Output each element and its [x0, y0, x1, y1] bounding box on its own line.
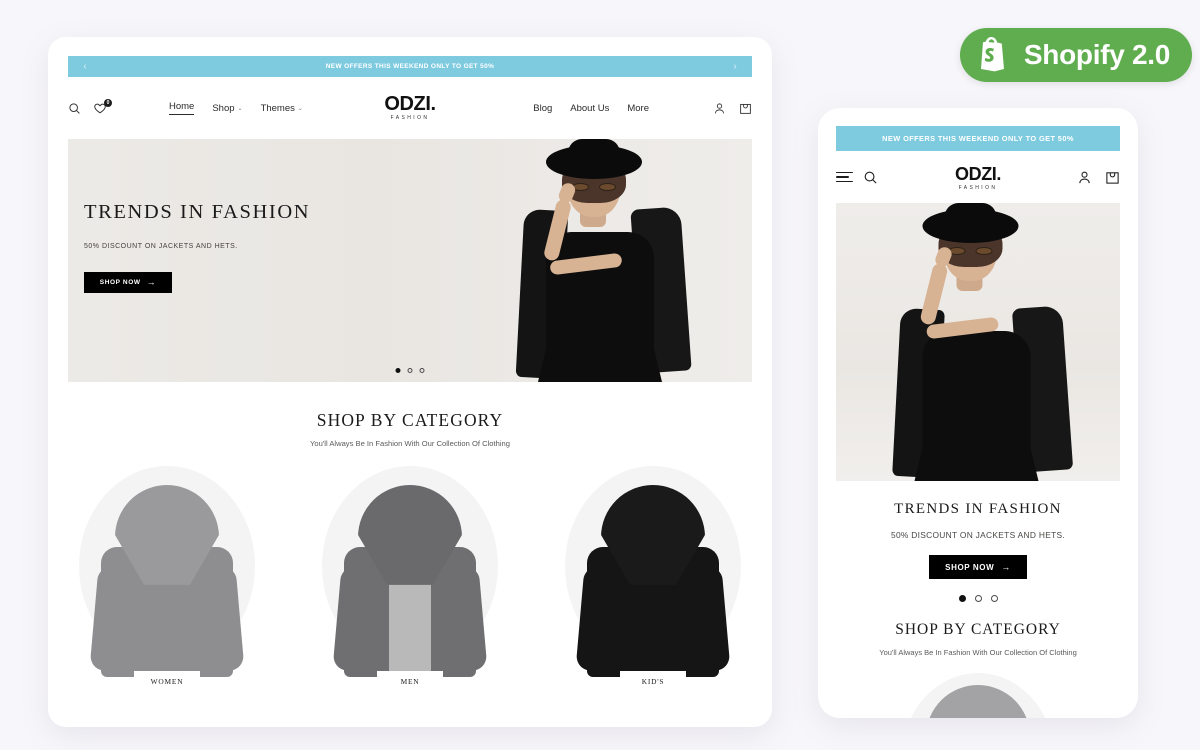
- logo-name: ODZI.: [384, 93, 436, 115]
- mobile-carousel-dot-3[interactable]: [990, 595, 998, 602]
- category-label-women: WOMEN: [134, 671, 200, 691]
- hero-copy: TRENDS IN FASHION 50% DISCOUNT ON JACKET…: [84, 201, 310, 293]
- mobile-hero-subtitle: 50% DISCOUNT ON JACKETS AND HETS.: [890, 530, 1066, 540]
- chevron-down-icon: ⌄: [297, 105, 303, 112]
- chevron-down-icon: ⌄: [237, 105, 243, 112]
- mobile-hero-model-image: [871, 203, 1086, 481]
- hero-title: TRENDS IN FASHION: [84, 201, 311, 223]
- hero-shop-now-button[interactable]: SHOP NOW →: [84, 272, 172, 293]
- arrow-right-icon: →: [1001, 561, 1011, 572]
- mobile-hero-shop-now-button[interactable]: SHOP NOW →: [929, 555, 1027, 579]
- announcement-text: NEW OFFERS THIS WEEKEND ONLY TO GET 50%: [325, 63, 495, 70]
- category-card-women[interactable]: WOMEN: [75, 464, 260, 699]
- mobile-announcement-bar: NEW OFFERS THIS WEEKEND ONLY TO GET 50%: [836, 126, 1120, 151]
- carousel-dot-1[interactable]: [395, 368, 401, 373]
- desktop-preview-card: ‹ NEW OFFERS THIS WEEKEND ONLY TO GET 50…: [48, 37, 772, 727]
- mobile-carousel-dots: [818, 595, 1138, 602]
- screenshot-stage: ‹ NEW OFFERS THIS WEEKEND ONLY TO GET 50…: [0, 0, 1200, 750]
- announcement-bar: ‹ NEW OFFERS THIS WEEKEND ONLY TO GET 50…: [68, 56, 752, 77]
- category-card-men[interactable]: MEN: [318, 464, 503, 699]
- category-image-men: [332, 477, 488, 677]
- mobile-preview-card: NEW OFFERS THIS WEEKEND ONLY TO GET 50% …: [818, 108, 1138, 718]
- category-section-title: SHOP BY CATEGORY: [316, 410, 504, 430]
- nav-item-shop-label: Shop: [212, 102, 235, 114]
- user-icon[interactable]: [1077, 170, 1092, 185]
- mobile-header-left: [836, 170, 878, 185]
- mobile-category-card-women[interactable]: [898, 669, 1058, 718]
- mobile-carousel-dot-2[interactable]: [974, 595, 982, 602]
- category-section-header: SHOP BY CATEGORY You'll Always Be In Fas…: [48, 410, 772, 448]
- header-utility-icons: 0: [68, 98, 112, 115]
- hero-model-image: [494, 139, 704, 382]
- mobile-category-section-header: SHOP BY CATEGORY You'll Always Be In Fas…: [818, 621, 1138, 657]
- mobile-header: ODZI. FASHION: [836, 151, 1120, 203]
- category-image-women: [89, 477, 245, 677]
- mobile-hero-title: TRENDS IN FASHION: [894, 501, 1062, 517]
- desktop-header: 0 Home Shop ⌄ Themes ⌄ ODZI. FASHION Blo…: [68, 77, 752, 139]
- search-icon[interactable]: [68, 102, 81, 115]
- category-label-kids: KID'S: [620, 671, 686, 691]
- nav-item-about-us[interactable]: About Us: [570, 103, 609, 114]
- arrow-right-icon: →: [146, 277, 157, 287]
- nav-item-home[interactable]: Home: [169, 101, 195, 115]
- mobile-category-image-women: [914, 677, 1042, 718]
- wishlist-icon[interactable]: 0: [93, 98, 112, 115]
- category-card-row: WOMEN MEN KID'S: [48, 464, 772, 699]
- shopify-version-badge: Shopify 2.0: [959, 28, 1192, 82]
- mobile-header-right: [1077, 170, 1120, 185]
- site-logo[interactable]: ODZI. FASHION: [384, 93, 436, 121]
- category-section-subtitle: You'll Always Be In Fashion With Our Col…: [310, 439, 510, 448]
- hero-shop-now-label: SHOP NOW: [99, 279, 141, 286]
- category-card-kids[interactable]: KID'S: [561, 464, 746, 699]
- mobile-site-logo[interactable]: ODZI. FASHION: [955, 164, 1001, 191]
- wishlist-count-badge: 0: [104, 98, 112, 107]
- nav-item-themes-label: Themes: [260, 102, 295, 114]
- mobile-logo-tagline: FASHION: [958, 184, 998, 191]
- mobile-hero-image: [836, 203, 1120, 481]
- announcement-prev-arrow[interactable]: ‹: [74, 56, 96, 77]
- hero-carousel-dots: [395, 368, 425, 373]
- nav-item-themes[interactable]: Themes ⌄: [261, 103, 303, 114]
- shopping-bag-icon[interactable]: [739, 102, 752, 115]
- nav-item-blog[interactable]: Blog: [533, 103, 552, 114]
- mobile-hero-shop-now-label: SHOP NOW: [945, 562, 995, 572]
- mobile-category-section-title: SHOP BY CATEGORY: [895, 621, 1061, 638]
- hamburger-icon[interactable]: [836, 171, 853, 183]
- mobile-hero-copy: TRENDS IN FASHION 50% DISCOUNT ON JACKET…: [818, 501, 1138, 602]
- search-icon[interactable]: [863, 170, 878, 185]
- mobile-announcement-text: NEW OFFERS THIS WEEKEND ONLY TO GET 50%: [882, 134, 1074, 143]
- nav-item-more[interactable]: More: [627, 103, 649, 114]
- primary-nav-left: Home Shop ⌄ Themes ⌄: [169, 101, 303, 115]
- carousel-dot-3[interactable]: [419, 368, 425, 373]
- shopping-bag-icon[interactable]: [1105, 170, 1120, 185]
- nav-item-shop[interactable]: Shop ⌄: [212, 103, 242, 114]
- user-icon[interactable]: [713, 102, 726, 115]
- hero-banner: TRENDS IN FASHION 50% DISCOUNT ON JACKET…: [68, 139, 752, 382]
- announcement-next-arrow[interactable]: ›: [724, 56, 746, 77]
- hero-subtitle: 50% DISCOUNT ON JACKETS AND HETS.: [84, 243, 238, 250]
- mobile-category-section-subtitle: You'll Always Be In Fashion With Our Col…: [879, 648, 1077, 657]
- nav-item-home-label: Home: [169, 101, 195, 112]
- mobile-logo-name: ODZI.: [955, 163, 1001, 184]
- header-account-cart: [713, 102, 752, 115]
- category-image-kids: [575, 477, 731, 677]
- primary-nav-right: Blog About Us More: [533, 102, 752, 115]
- category-label-men: MEN: [377, 671, 443, 691]
- mobile-carousel-dot-1[interactable]: [958, 595, 966, 602]
- shopify-bag-icon: [976, 34, 1010, 77]
- logo-tagline: FASHION: [390, 115, 430, 121]
- shopify-badge-label: Shopify 2.0: [1023, 39, 1170, 70]
- carousel-dot-2[interactable]: [407, 368, 413, 373]
